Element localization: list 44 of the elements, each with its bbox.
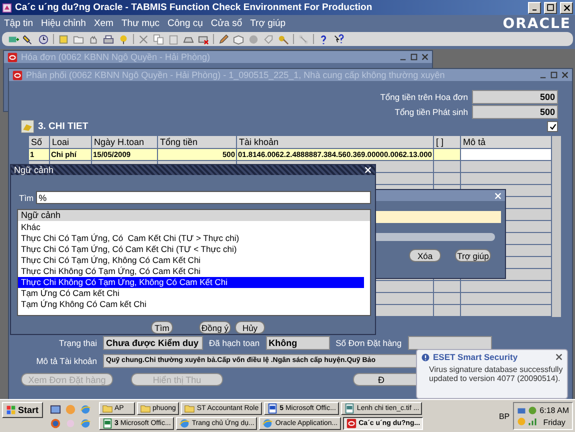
dialog-button[interactable]: Trợ giúp (455, 249, 491, 262)
column-header: Ngày H.toan (92, 136, 157, 148)
list-item[interactable]: Thực Chi Không Có Tạm Ứng, Không Có Cam Kết Chi (18, 277, 364, 288)
column-header: Loai (50, 136, 91, 148)
column-header: Ngữ cảnh (18, 210, 370, 221)
field-label: Tổng tiền Phát sinh (394, 107, 468, 117)
text-field[interactable]: Chưa được Kiểm duy (103, 336, 203, 350)
dialog-title: Ngữ cảnh (14, 165, 54, 175)
window-title: Hóa đơn (0062 KBNN Ngô Quyền - Hải Phòng) (21, 52, 211, 62)
menu-item[interactable]: Hiệu chỉnh (41, 18, 86, 29)
notification-title: ESET Smart Security (433, 352, 519, 362)
window-title: Ca´c u´ng du?ng Oracle - TABMIS Function Check Environment For Production (15, 2, 374, 13)
text-field[interactable]: Không (266, 336, 330, 350)
window-title: Phân phối (0062 KBNN Ngô Quyền - Hải Phòng) - 1_090515_225_1, Nhà cung cấp không thường xuyên (26, 70, 446, 80)
column-header: Tổng tiền (158, 136, 236, 148)
search-field[interactable]: % (36, 191, 371, 204)
clock-time: 6:18 AM (540, 406, 569, 414)
total-field[interactable]: 500 (472, 90, 558, 104)
column-header: Số (29, 136, 49, 148)
column-header: Mô tả (461, 136, 551, 148)
language-indicator[interactable]: BP (498, 412, 510, 420)
dialog-button[interactable]: Hủy (235, 321, 265, 334)
menu-item[interactable]: Tập tin (4, 18, 34, 29)
section-title: 3. CHI TIET (38, 121, 88, 132)
dialog-button[interactable]: Tìm (151, 321, 173, 334)
menu-item[interactable]: Xem (94, 18, 114, 29)
menu-item[interactable]: Cửa sổ (210, 18, 242, 29)
menu-item[interactable]: Công cụ (168, 18, 203, 29)
start-button[interactable]: Start (2, 402, 43, 418)
field-label: Đã hạch toan (209, 338, 260, 348)
column-header: Tài khoản (237, 136, 433, 148)
field-label: Tìm (19, 192, 34, 202)
field-label: Số Đơn Đặt hàng (336, 338, 402, 348)
field-label: Tổng tiền trên Hoa đơn (380, 92, 468, 102)
dialog-button[interactable]: Đồng ý (199, 321, 231, 334)
clock-day: Friday (543, 418, 566, 426)
dialog-button[interactable]: Xóa (409, 249, 441, 262)
menu-item[interactable]: Thư mục (121, 18, 160, 29)
field-label: Trạng thai (58, 338, 97, 348)
field-label: Mô tả Tài khoản (35, 356, 97, 366)
column-header: [ ] (434, 136, 460, 148)
menu-item[interactable]: Trợ giúp (250, 18, 286, 29)
oracle-logo: ORACLE (502, 16, 571, 32)
total-field[interactable]: 500 (472, 105, 558, 119)
